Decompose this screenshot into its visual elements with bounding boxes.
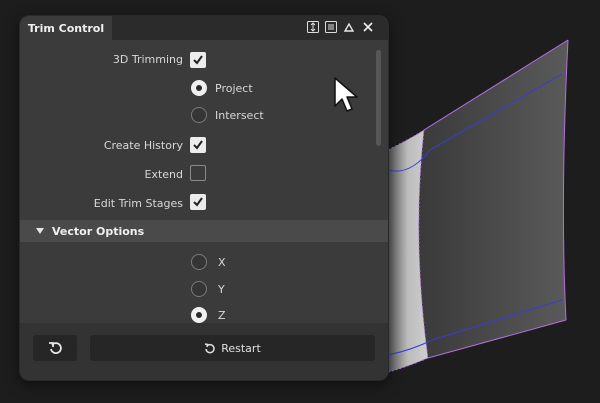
radio-project-label: Project: [215, 82, 253, 95]
radio-project[interactable]: [191, 80, 207, 96]
reset-button[interactable]: [33, 335, 77, 361]
radio-intersect[interactable]: [191, 107, 207, 123]
trimming-3d-checkbox[interactable]: [190, 52, 206, 68]
radio-x-label: X: [218, 256, 226, 269]
scrollbar-thumb[interactable]: [376, 50, 381, 146]
radio-z-label: Z: [218, 309, 226, 322]
extend-checkbox[interactable]: [190, 165, 206, 181]
restart-button[interactable]: Restart: [90, 335, 375, 361]
restart-label: Restart: [221, 341, 261, 355]
restart-icon: [205, 342, 215, 353]
mouse-cursor-icon: [333, 76, 359, 119]
undo-icon: [49, 342, 62, 354]
checkmark-icon: [193, 55, 203, 65]
extend-label: Extend: [144, 168, 184, 181]
close-icon[interactable]: [361, 20, 375, 34]
menu-icon[interactable]: [324, 20, 338, 34]
vector-options-title: Vector Options: [52, 224, 145, 238]
radio-y[interactable]: [191, 281, 207, 297]
checkmark-icon: [193, 197, 203, 207]
panel-title: Trim Control: [20, 16, 112, 40]
panel-footer: Restart: [20, 323, 388, 380]
trim-control-panel: Trim Control 3D Trimming Project Interse…: [20, 16, 388, 380]
radio-z[interactable]: [191, 307, 207, 323]
vector-options-header[interactable]: Vector Options: [20, 220, 388, 242]
trimming-3d-label: 3D Trimming: [112, 53, 183, 66]
checkmark-icon: [193, 140, 203, 150]
edit-trim-stages-label: Edit Trim Stages: [93, 197, 183, 210]
radio-y-label: Y: [218, 283, 225, 296]
resize-vertical-icon[interactable]: [306, 20, 320, 34]
create-history-label: Create History: [103, 139, 183, 152]
panel-titlebar[interactable]: Trim Control: [20, 16, 388, 40]
triangle-down-icon: [36, 228, 44, 234]
create-history-checkbox[interactable]: [190, 137, 206, 153]
radio-intersect-label: Intersect: [215, 109, 264, 122]
collapse-up-icon[interactable]: [342, 20, 356, 34]
radio-x[interactable]: [191, 254, 207, 270]
edit-trim-stages-checkbox[interactable]: [190, 194, 206, 210]
